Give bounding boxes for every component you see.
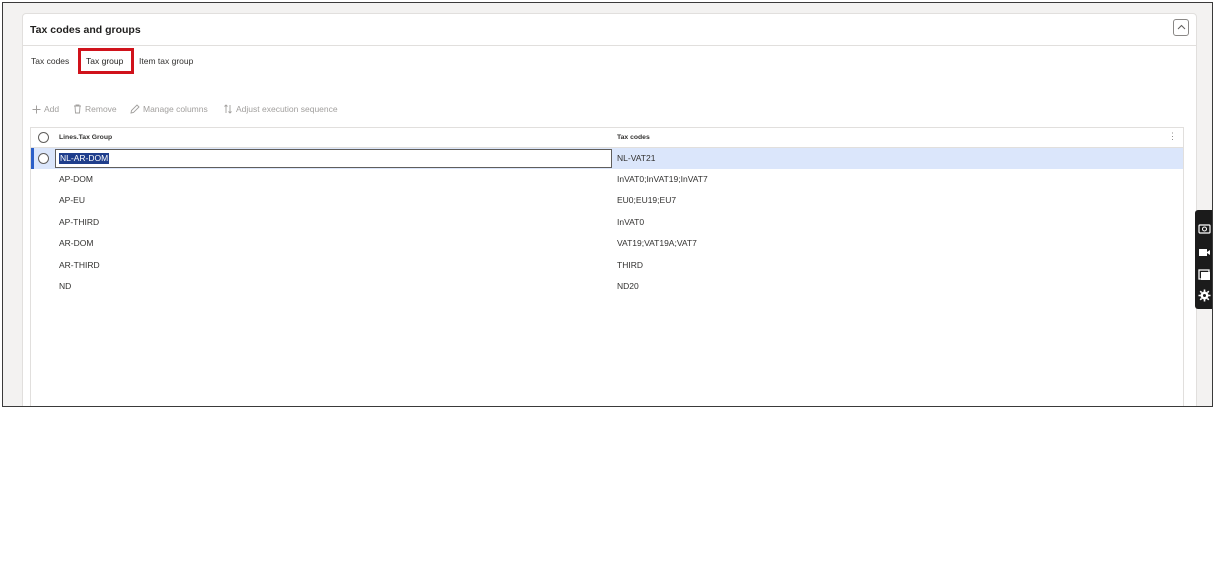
- tax-group-grid: Lines.Tax Group Tax codes ⋮ NL-AR-DOM NL…: [30, 127, 1184, 406]
- tax-group-cell: AP-DOM: [59, 174, 93, 184]
- tab-item-tax-group[interactable]: Item tax group: [139, 56, 193, 66]
- trash-icon: [74, 104, 81, 114]
- tax-group-cell: AR-DOM: [59, 238, 94, 248]
- video-icon[interactable]: [1198, 246, 1211, 259]
- tax-codes-cell: EU0;EU19;EU7: [617, 195, 677, 205]
- camera-icon[interactable]: [1198, 222, 1211, 235]
- tax-codes-cell: VAT19;VAT19A;VAT7: [617, 238, 697, 248]
- tax-group-cell: AR-THIRD: [59, 260, 100, 270]
- table-row[interactable]: AP-THIRD InVAT0: [31, 212, 1183, 233]
- window-icon[interactable]: [1198, 268, 1211, 281]
- more-options-icon[interactable]: ⋮: [1168, 131, 1177, 142]
- table-row[interactable]: AP-EU EU0;EU19;EU7: [31, 190, 1183, 211]
- selection-indicator: [31, 148, 34, 169]
- tax-codes-cell: InVAT0: [617, 217, 645, 227]
- tax-group-cell: AP-EU: [59, 195, 85, 205]
- sort-arrows-icon: [224, 104, 232, 114]
- pencil-icon: [130, 104, 140, 114]
- plus-icon: [32, 105, 41, 113]
- panel-title: Tax codes and groups: [30, 24, 141, 36]
- manage-columns-button[interactable]: Manage columns: [130, 104, 208, 114]
- table-row[interactable]: AP-DOM InVAT0;InVAT19;InVAT7: [31, 169, 1183, 190]
- panel-header: Tax codes and groups: [23, 14, 1196, 46]
- adjust-sequence-button[interactable]: Adjust execution sequence: [223, 104, 338, 114]
- tab-tax-codes[interactable]: Tax codes: [31, 56, 69, 66]
- collapse-button[interactable]: [1173, 19, 1189, 36]
- table-row[interactable]: AR-THIRD THIRD: [31, 255, 1183, 276]
- table-row[interactable]: AR-DOM VAT19;VAT19A;VAT7: [31, 233, 1183, 254]
- tax-codes-cell: ND20: [617, 281, 639, 291]
- row-select-radio[interactable]: [38, 153, 49, 164]
- table-row[interactable]: ND ND20: [31, 276, 1183, 297]
- tax-codes-cell: NL-VAT21: [617, 153, 656, 163]
- tax-group-edit-field[interactable]: NL-AR-DOM: [55, 149, 612, 168]
- adjust-sequence-label: Adjust execution sequence: [236, 104, 338, 114]
- app-window: Tax codes and groups Tax codes Tax group…: [2, 2, 1213, 407]
- select-all-radio[interactable]: [38, 132, 49, 143]
- column-header-tax-codes[interactable]: Tax codes: [617, 134, 650, 141]
- manage-columns-label: Manage columns: [143, 104, 208, 114]
- gear-icon[interactable]: [1198, 289, 1211, 302]
- add-label: Add: [44, 104, 60, 114]
- tax-group-cell: AP-THIRD: [59, 217, 100, 227]
- tax-group-cell: ND: [59, 281, 72, 291]
- tax-codes-groups-panel: Tax codes and groups Tax codes Tax group…: [22, 13, 1197, 406]
- remove-button[interactable]: Remove: [73, 104, 117, 114]
- add-button[interactable]: Add: [32, 104, 59, 114]
- tax-group-value: NL-AR-DOM: [59, 153, 110, 164]
- column-header-tax-group[interactable]: Lines.Tax Group: [59, 134, 112, 141]
- table-row[interactable]: NL-AR-DOM NL-VAT21: [31, 148, 1183, 169]
- tax-codes-cell: InVAT0;InVAT19;InVAT7: [617, 174, 708, 184]
- tab-highlight-box: [78, 48, 134, 74]
- remove-label: Remove: [85, 104, 117, 114]
- chevron-up-icon: [1177, 24, 1186, 30]
- grid-header: Lines.Tax Group Tax codes ⋮: [31, 128, 1183, 148]
- side-tool-rail: [1195, 210, 1212, 309]
- tax-codes-cell: THIRD: [617, 260, 643, 270]
